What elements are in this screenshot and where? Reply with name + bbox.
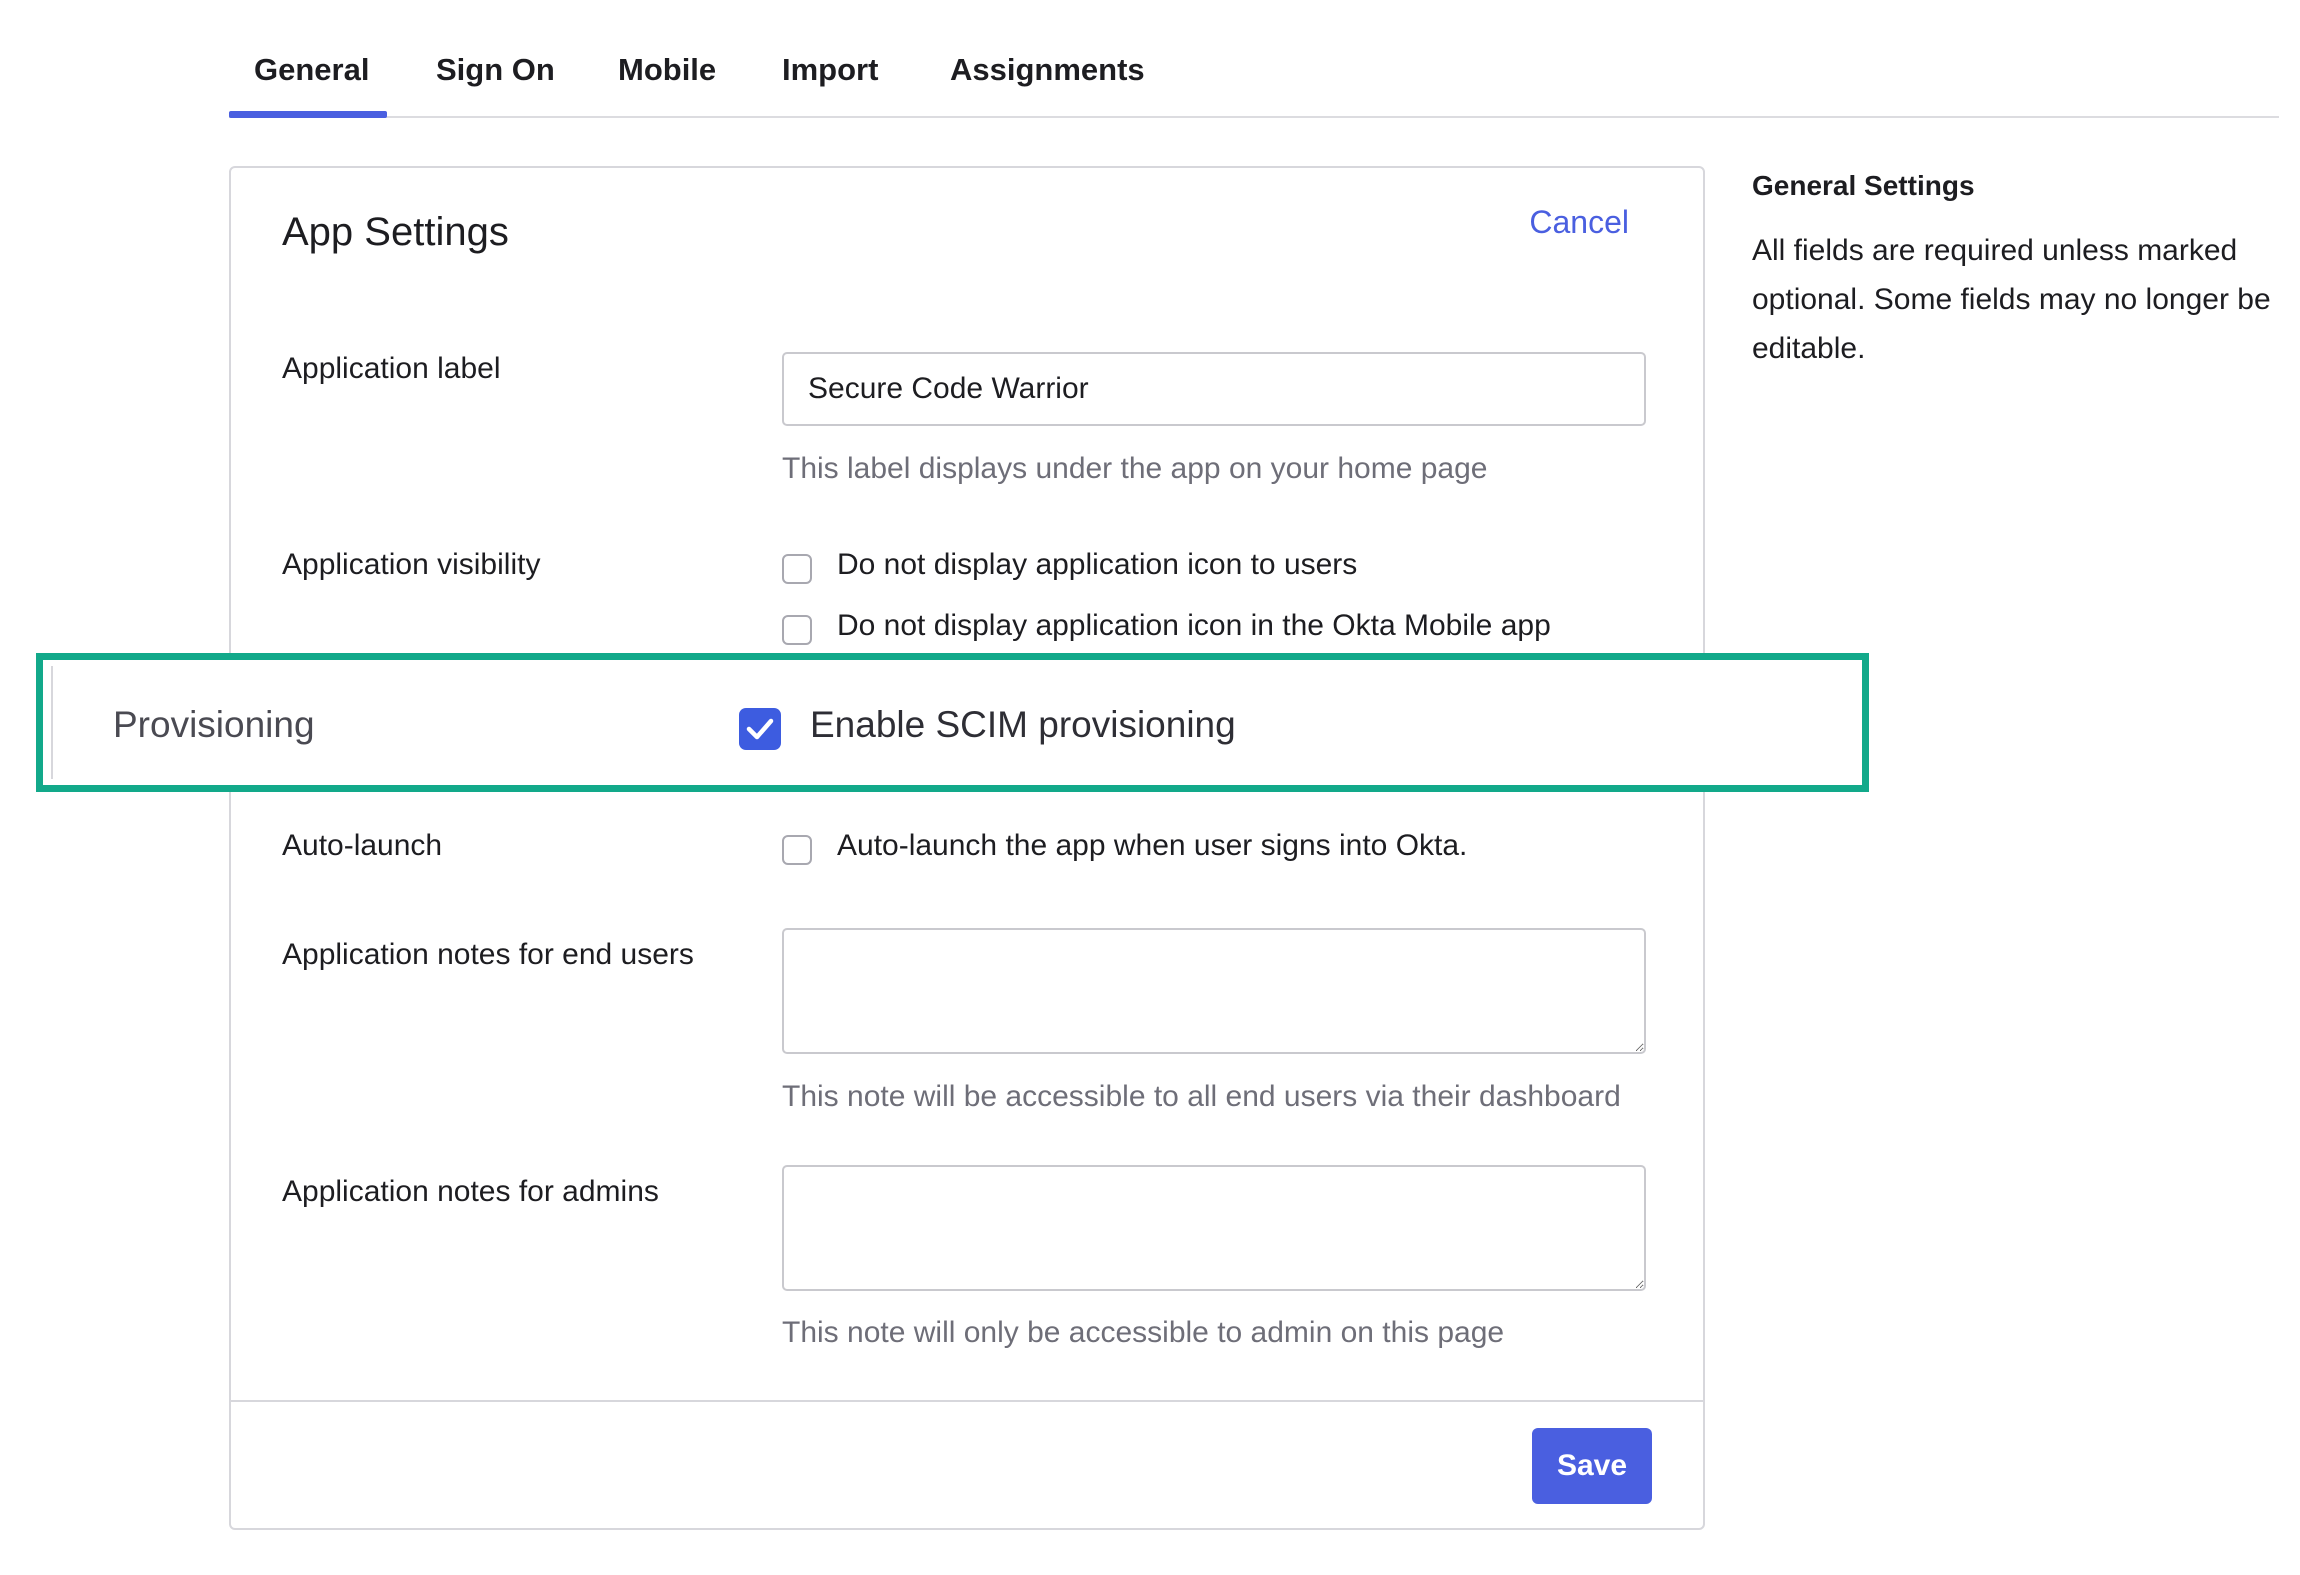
enable-scim-label: Enable SCIM provisioning bbox=[810, 704, 1236, 745]
provisioning-label: Provisioning bbox=[113, 704, 315, 745]
auto-launch-label: Auto-launch bbox=[282, 829, 443, 862]
auto-launch-option-label: Auto-launch the app when user signs into… bbox=[837, 829, 1468, 862]
application-label-label: Application label bbox=[282, 352, 501, 385]
hide-icon-mobile-label: Do not display application icon in the O… bbox=[837, 609, 1551, 642]
application-visibility-label: Application visibility bbox=[282, 548, 541, 581]
notes-admins-help: This note will only be accessible to adm… bbox=[782, 1316, 1505, 1349]
card-title: App Settings bbox=[282, 210, 509, 254]
card-footer: Save bbox=[231, 1400, 1703, 1528]
tab-general[interactable]: General bbox=[254, 52, 369, 88]
hide-icon-users-label: Do not display application icon to users bbox=[837, 548, 1358, 581]
side-panel-title: General Settings bbox=[1752, 170, 1975, 201]
tab-import[interactable]: Import bbox=[782, 52, 878, 88]
card-edge-divider bbox=[51, 666, 53, 779]
application-label-help: This label displays under the app on you… bbox=[782, 452, 1488, 485]
notes-end-users-help: This note will be accessible to all end … bbox=[782, 1080, 1621, 1113]
notes-end-users-label: Application notes for end users bbox=[282, 938, 694, 971]
tab-sign-on[interactable]: Sign On bbox=[436, 52, 555, 88]
enable-scim-checkbox[interactable] bbox=[739, 708, 781, 750]
tab-bar: General Sign On Mobile Import Assignment… bbox=[229, 34, 2279, 118]
auto-launch-checkbox[interactable] bbox=[782, 835, 812, 865]
cancel-button[interactable]: Cancel bbox=[1529, 204, 1629, 241]
hide-icon-mobile-checkbox[interactable] bbox=[782, 615, 812, 645]
app-settings-card: App Settings Cancel Application label Th… bbox=[229, 166, 1705, 1530]
application-label-input[interactable] bbox=[782, 352, 1646, 426]
notes-end-users-textarea[interactable] bbox=[782, 928, 1646, 1054]
provisioning-highlight: Provisioning Enable SCIM provisioning bbox=[36, 653, 1869, 792]
notes-admins-label: Application notes for admins bbox=[282, 1175, 659, 1208]
notes-admins-textarea[interactable] bbox=[782, 1165, 1646, 1291]
checkmark-icon bbox=[746, 718, 774, 740]
hide-icon-users-checkbox[interactable] bbox=[782, 554, 812, 584]
active-tab-indicator bbox=[229, 111, 387, 118]
save-button[interactable]: Save bbox=[1532, 1428, 1652, 1504]
tab-assignments[interactable]: Assignments bbox=[950, 52, 1145, 88]
side-panel-description: All fields are required unless marked op… bbox=[1752, 234, 2271, 365]
tab-mobile[interactable]: Mobile bbox=[618, 52, 716, 88]
